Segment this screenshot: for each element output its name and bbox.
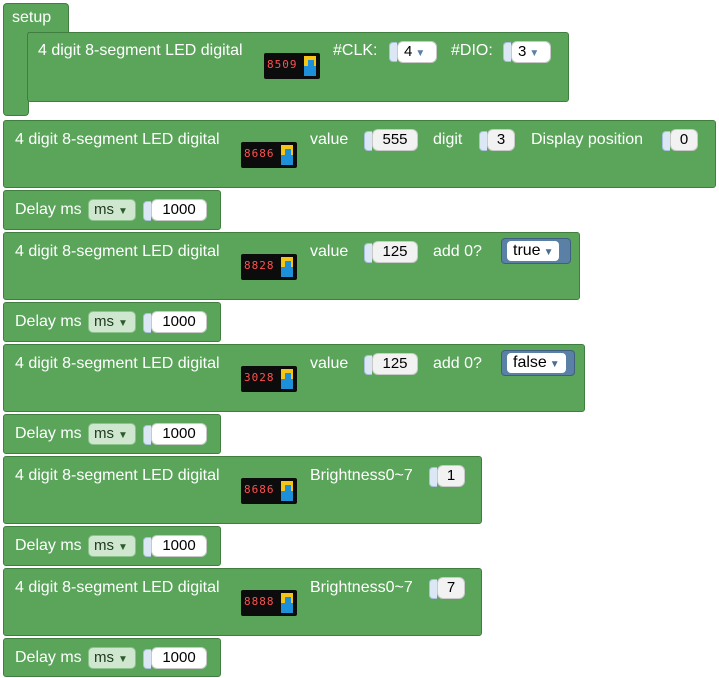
chevron-down-icon: ▼ xyxy=(118,430,128,441)
setup-block[interactable]: setup xyxy=(3,3,69,33)
delay-block[interactable]: Delay ms ms ▼ 1000 xyxy=(3,638,221,677)
delay-label: Delay ms xyxy=(15,425,82,442)
unit-select[interactable]: ms ▼ xyxy=(88,199,136,221)
delay-label: Delay ms xyxy=(15,537,82,554)
unit-select[interactable]: ms ▼ xyxy=(88,647,136,669)
chevron-down-icon: ▼ xyxy=(118,318,128,329)
delay-block[interactable]: Delay ms ms ▼ 1000 xyxy=(3,414,221,454)
chevron-down-icon: ▼ xyxy=(118,654,128,665)
dio-select[interactable]: 3 ▼ xyxy=(511,41,551,63)
delay-input[interactable]: 1000 xyxy=(151,535,207,557)
chevron-down-icon: ▼ xyxy=(529,48,540,59)
dio-socket xyxy=(503,42,511,62)
boolean-select[interactable]: false ▼ xyxy=(507,353,566,373)
boolean-block[interactable]: true ▼ xyxy=(501,238,571,264)
delay-block[interactable]: Delay ms ms ▼ 1000 xyxy=(3,190,221,230)
add-zero-block[interactable]: 4 digit 8-segment LED digital 8828 value… xyxy=(3,232,580,300)
led-module-image: 8888 xyxy=(241,590,297,616)
setup-label: setup xyxy=(12,9,52,26)
add-zero-question: add 0? xyxy=(433,243,482,260)
brightness-input[interactable]: 1 xyxy=(437,465,465,487)
delay-block[interactable]: Delay ms ms ▼ 1000 xyxy=(3,302,221,342)
value-socket xyxy=(364,243,372,263)
position-input[interactable]: 0 xyxy=(670,129,698,151)
delay-socket xyxy=(143,537,151,557)
value-input[interactable]: 125 xyxy=(372,353,418,375)
brightness-block[interactable]: 4 digit 8-segment LED digital 8888 Brigh… xyxy=(3,568,482,636)
add-zero-label: 4 digit 8-segment LED digital xyxy=(15,243,220,260)
value-input[interactable]: 125 xyxy=(372,241,418,263)
value-label: value xyxy=(310,243,349,260)
unit-select[interactable]: ms ▼ xyxy=(88,535,136,557)
unit-select[interactable]: ms ▼ xyxy=(88,423,136,445)
delay-block[interactable]: Delay ms ms ▼ 1000 xyxy=(3,526,221,566)
delay-label: Delay ms xyxy=(15,649,82,666)
delay-input[interactable]: 1000 xyxy=(151,647,207,669)
digit-label: digit xyxy=(433,131,463,148)
brightness-label: Brightness0~7 xyxy=(310,579,413,596)
led-module-image: 8828 xyxy=(241,254,297,280)
delay-input[interactable]: 1000 xyxy=(151,311,207,333)
boolean-select[interactable]: true ▼ xyxy=(507,241,560,261)
delay-socket xyxy=(143,649,151,669)
value-label: value xyxy=(310,355,349,372)
led-module-image: 8686 xyxy=(241,478,297,504)
show-number-label: 4 digit 8-segment LED digital xyxy=(15,131,220,148)
position-socket xyxy=(662,131,670,151)
brightness-input[interactable]: 7 xyxy=(437,577,465,599)
chevron-down-icon: ▼ xyxy=(118,542,128,553)
brightness-block-label: 4 digit 8-segment LED digital xyxy=(15,579,220,596)
clk-select[interactable]: 4 ▼ xyxy=(397,41,437,63)
led-module-image: 8509 xyxy=(264,53,320,79)
delay-input[interactable]: 1000 xyxy=(151,423,207,445)
chevron-down-icon: ▼ xyxy=(415,48,426,59)
show-number-block[interactable]: 4 digit 8-segment LED digital 8686 value… xyxy=(3,120,716,188)
unit-select[interactable]: ms ▼ xyxy=(88,311,136,333)
add-zero-label: 4 digit 8-segment LED digital xyxy=(15,355,220,372)
dio-label: #DIO: xyxy=(451,42,493,59)
digit-input[interactable]: 3 xyxy=(487,129,515,151)
clk-label: #CLK: xyxy=(333,42,378,59)
brightness-label: Brightness0~7 xyxy=(310,467,413,484)
add-zero-block[interactable]: 4 digit 8-segment LED digital 3028 value… xyxy=(3,344,585,412)
brightness-block-label: 4 digit 8-segment LED digital xyxy=(15,467,220,484)
delay-socket xyxy=(143,201,151,221)
init-block[interactable]: 4 digit 8-segment LED digital 8509 #CLK:… xyxy=(27,32,569,102)
position-label: Display position xyxy=(531,131,644,148)
delay-socket xyxy=(143,425,151,445)
brightness-socket xyxy=(429,467,437,487)
led-module-image: 3028 xyxy=(241,366,297,392)
delay-label: Delay ms xyxy=(15,313,82,330)
add-zero-question: add 0? xyxy=(433,355,482,372)
digit-socket xyxy=(479,131,487,151)
led-module-image: 8686 xyxy=(241,142,297,168)
value-socket xyxy=(364,355,372,375)
value-socket xyxy=(364,131,372,151)
chevron-down-icon: ▼ xyxy=(118,206,128,217)
delay-input[interactable]: 1000 xyxy=(151,199,207,221)
delay-label: Delay ms xyxy=(15,201,82,218)
clk-socket xyxy=(389,42,397,62)
brightness-block[interactable]: 4 digit 8-segment LED digital 8686 Brigh… xyxy=(3,456,482,524)
boolean-block[interactable]: false ▼ xyxy=(501,350,575,376)
delay-socket xyxy=(143,313,151,333)
chevron-down-icon: ▼ xyxy=(543,247,554,258)
chevron-down-icon: ▼ xyxy=(549,359,560,370)
init-label: 4 digit 8-segment LED digital xyxy=(38,42,243,59)
value-input[interactable]: 555 xyxy=(372,129,418,151)
setup-body xyxy=(3,32,29,116)
brightness-socket xyxy=(429,579,437,599)
value-label: value xyxy=(310,131,349,148)
